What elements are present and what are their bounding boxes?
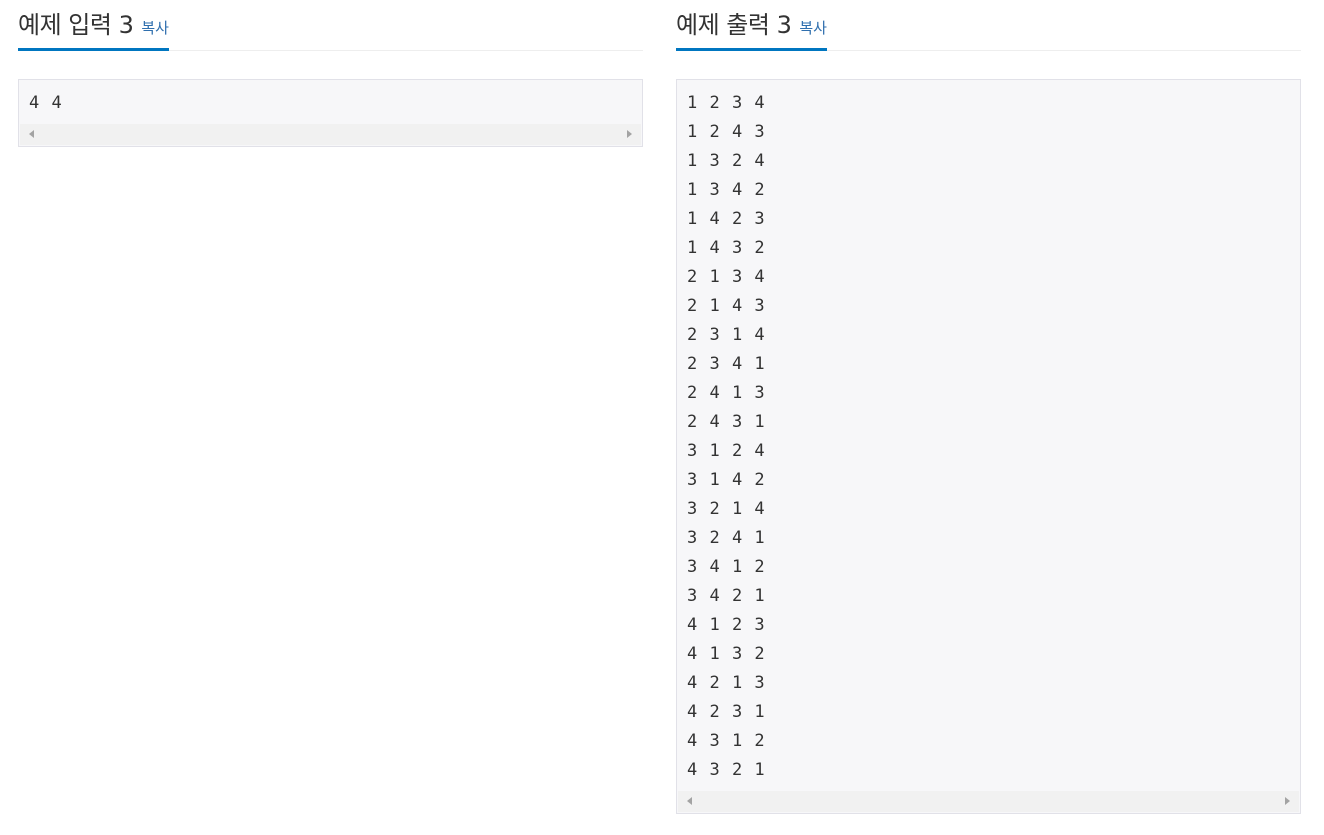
sample-input-box: 4 4 bbox=[18, 79, 643, 147]
sample-input-content: 4 4 bbox=[29, 93, 63, 113]
sample-output-section: 예제 출력 3 복사 1 2 3 4 1 2 4 3 1 3 2 4 1 3 4… bbox=[676, 0, 1301, 814]
copy-input-button[interactable]: 복사 bbox=[141, 13, 169, 43]
input-horizontal-scrollbar[interactable] bbox=[20, 124, 641, 145]
sample-output-title: 예제 출력 3 bbox=[676, 11, 792, 39]
sample-input-header: 예제 입력 3 복사 bbox=[18, 0, 643, 51]
scroll-left-arrow-icon[interactable] bbox=[687, 797, 692, 805]
sample-output-content: 1 2 3 4 1 2 4 3 1 3 2 4 1 3 4 2 1 4 2 3 … bbox=[687, 93, 766, 780]
output-horizontal-scrollbar[interactable] bbox=[678, 791, 1299, 812]
scroll-right-arrow-icon[interactable] bbox=[1285, 797, 1290, 805]
sample-input-section: 예제 입력 3 복사 4 4 bbox=[18, 0, 643, 147]
sample-output-header: 예제 출력 3 복사 bbox=[676, 0, 1301, 51]
scroll-right-arrow-icon[interactable] bbox=[627, 130, 632, 138]
sample-output-box: 1 2 3 4 1 2 4 3 1 3 2 4 1 3 4 2 1 4 2 3 … bbox=[676, 79, 1301, 814]
sample-input-title: 예제 입력 3 bbox=[18, 11, 134, 39]
sample-input-heading: 예제 입력 3 복사 bbox=[18, 0, 169, 51]
scroll-left-arrow-icon[interactable] bbox=[29, 130, 34, 138]
copy-output-button[interactable]: 복사 bbox=[799, 13, 827, 43]
sample-output-heading: 예제 출력 3 복사 bbox=[676, 0, 827, 51]
